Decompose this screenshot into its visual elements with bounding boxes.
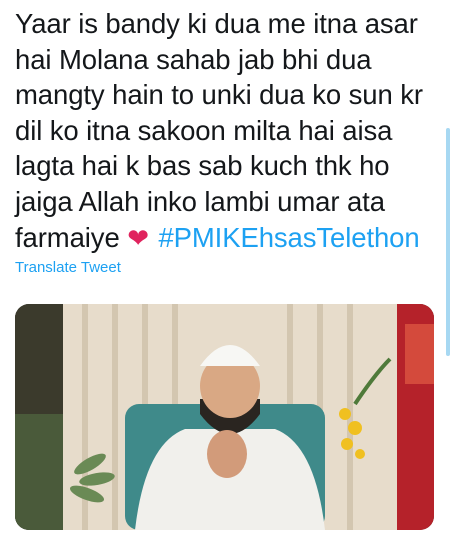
tweet-text: Yaar is bandy ki dua me itna asar hai Mo… bbox=[15, 6, 440, 256]
heart-emoji-icon: ❤ bbox=[127, 222, 149, 253]
video-thumbnail-icon bbox=[15, 304, 434, 530]
hashtag-link[interactable]: #PMIKEhsasTelethon bbox=[158, 222, 419, 253]
scrollbar[interactable] bbox=[446, 128, 450, 356]
translate-tweet-link[interactable]: Translate Tweet bbox=[15, 259, 121, 276]
tweet-media-video[interactable] bbox=[15, 304, 434, 530]
tweet-body: Yaar is bandy ki dua me itna asar hai Mo… bbox=[15, 8, 423, 253]
